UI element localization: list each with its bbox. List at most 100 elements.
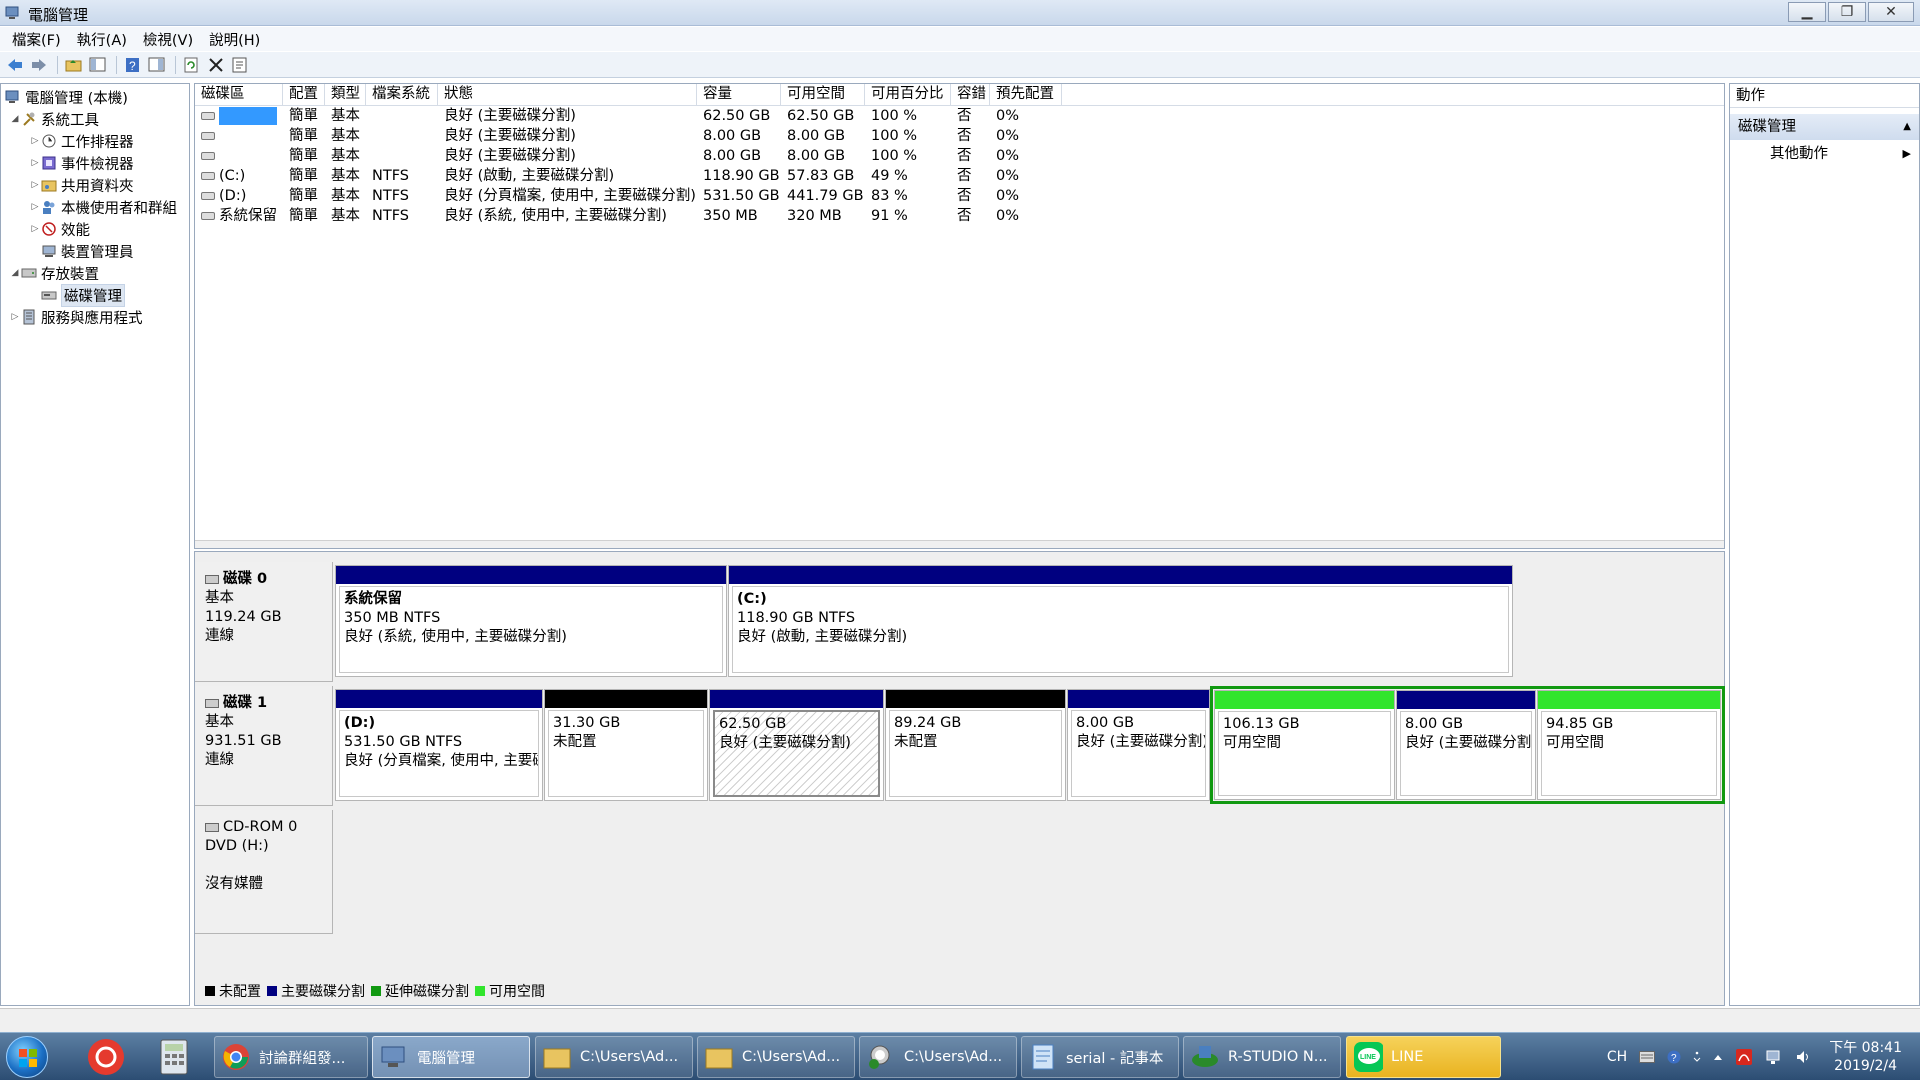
table-row[interactable]: 系統保留 簡單 基本 NTFS 良好 (系統, 使用中, 主要磁碟分割) 350…	[195, 206, 1724, 226]
expand-arrow-icon[interactable]: ▷	[29, 180, 41, 190]
show-hide-tree-icon[interactable]	[87, 54, 109, 76]
tree-item-task-scheduler[interactable]: ▷ 工作排程器	[1, 130, 189, 152]
more-actions-item[interactable]: 其他動作 ▶	[1730, 142, 1919, 166]
chrome-icon	[221, 1042, 251, 1072]
tree-item-local-users[interactable]: ▷ 本機使用者和群組	[1, 196, 189, 218]
up-folder-icon[interactable]	[63, 54, 85, 76]
help-tray-icon[interactable]: ?	[1667, 1050, 1681, 1064]
partition-free-space-2[interactable]: 94.85 GB 可用空間	[1537, 690, 1721, 800]
partition-c-drive[interactable]: (C:) 118.90 GB NTFS 良好 (啟動, 主要磁碟分割)	[728, 565, 1513, 677]
help-icon[interactable]: ?	[122, 54, 144, 76]
expand-arrow-icon[interactable]: ▷	[29, 224, 41, 234]
tree-item-computer-management[interactable]: 電腦管理 (本機)	[1, 86, 189, 108]
tree-item-event-viewer[interactable]: ▷ 事件檢視器	[1, 152, 189, 174]
folder-icon	[704, 1042, 734, 1072]
column-header-overhead[interactable]: 預先配置	[990, 84, 1062, 105]
forward-button[interactable]	[28, 54, 50, 76]
ime-options-icon[interactable]	[1693, 1050, 1701, 1064]
legend-swatch-free	[475, 986, 485, 996]
partition-8gb-primary-1[interactable]: 8.00 GB 良好 (主要磁碟分割)	[1067, 689, 1210, 801]
input-language[interactable]: CH	[1607, 1049, 1627, 1065]
network-icon[interactable]	[1765, 1049, 1783, 1065]
title-bar: 電腦管理 ▁ ❐ ✕	[0, 0, 1920, 26]
table-row[interactable]: (C:) 簡單 基本 NTFS 良好 (啟動, 主要磁碟分割) 118.90 G…	[195, 166, 1724, 186]
delete-icon[interactable]	[205, 54, 227, 76]
expand-arrow-icon[interactable]: ▷	[29, 202, 41, 212]
tree-item-shared-folders[interactable]: ▷ 共用資料夾	[1, 174, 189, 196]
table-row[interactable]: 簡單 基本 良好 (主要磁碟分割) 62.50 GB 62.50 GB 100 …	[195, 106, 1724, 126]
acrobat-tray-icon[interactable]	[1735, 1048, 1753, 1066]
keyboard-icon[interactable]	[1639, 1051, 1656, 1063]
taskbar-explorer-2[interactable]: C:\Users\Ad...	[697, 1036, 855, 1078]
taskbar-computer-management[interactable]: 電腦管理	[372, 1036, 530, 1078]
column-header-fault-tolerance[interactable]: 容錯	[951, 84, 990, 105]
calculator-icon[interactable]	[148, 1037, 200, 1077]
table-row[interactable]: 簡單 基本 良好 (主要磁碟分割) 8.00 GB 8.00 GB 100 % …	[195, 146, 1724, 166]
tree-item-disk-management[interactable]: 磁碟管理	[1, 283, 189, 307]
actions-header: 動作	[1730, 84, 1919, 108]
actions-section-disk-management[interactable]: 磁碟管理 ▲	[1730, 114, 1919, 140]
tree-item-performance[interactable]: ▷ 效能	[1, 218, 189, 240]
disk-1-label[interactable]: 磁碟 1 基本 931.51 GB 連線	[195, 686, 333, 806]
menu-action[interactable]: 執行(A)	[69, 29, 135, 50]
taskbar-r-studio[interactable]: R-STUDIO N...	[1183, 1036, 1341, 1078]
partition-free-space-1[interactable]: 106.13 GB 可用空間	[1214, 690, 1395, 800]
tree-item-system-tools[interactable]: ◢ 系統工具	[1, 108, 189, 130]
disk-management-icon	[41, 287, 57, 303]
pinned-app-red-icon[interactable]	[80, 1037, 132, 1077]
tree-item-storage[interactable]: ◢ 存放裝置	[1, 262, 189, 284]
column-header-free-space[interactable]: 可用空間	[781, 84, 865, 105]
svg-text:LINE: LINE	[1360, 1054, 1376, 1061]
taskbar-notepad[interactable]: serial - 記事本	[1021, 1036, 1179, 1078]
taskbar-chrome[interactable]: 討論群組發...	[214, 1036, 368, 1078]
partition-unallocated-1[interactable]: 31.30 GB 未配置	[544, 689, 708, 801]
column-header-filesystem[interactable]: 檔案系統	[366, 84, 438, 105]
show-action-pane-icon[interactable]	[146, 54, 168, 76]
partition-system-reserved[interactable]: 系統保留 350 MB NTFS 良好 (系統, 使用中, 主要磁碟分割)	[335, 565, 727, 677]
tree-item-device-manager[interactable]: 裝置管理員	[1, 240, 189, 262]
selected-volume-name[interactable]	[219, 107, 277, 125]
volume-icon[interactable]	[1795, 1049, 1813, 1065]
menu-help[interactable]: 說明(H)	[201, 29, 268, 50]
expand-arrow-icon[interactable]: ▷	[29, 158, 41, 168]
volume-icon	[201, 212, 215, 220]
column-header-percent-free[interactable]: 可用百分比	[865, 84, 951, 105]
close-button[interactable]: ✕	[1868, 2, 1914, 22]
properties-icon[interactable]	[229, 54, 251, 76]
taskbar: 討論群組發... 電腦管理 C:\Users\Ad... C:\Users\Ad…	[0, 1032, 1920, 1080]
taskbar-explorer-3[interactable]: C:\Users\Ad...	[859, 1036, 1017, 1078]
collapse-arrow-icon[interactable]: ◢	[9, 268, 21, 278]
taskbar-explorer-1[interactable]: C:\Users\Ad...	[535, 1036, 693, 1078]
minimize-button[interactable]: ▁	[1788, 2, 1826, 22]
table-row[interactable]: (D:) 簡單 基本 NTFS 良好 (分頁檔案, 使用中, 主要磁碟分割) 5…	[195, 186, 1724, 206]
partition-unallocated-2[interactable]: 89.24 GB 未配置	[885, 689, 1066, 801]
back-button[interactable]	[4, 54, 26, 76]
services-icon	[21, 309, 37, 325]
expand-arrow-icon[interactable]: ▷	[29, 136, 41, 146]
column-header-type[interactable]: 類型	[325, 84, 366, 105]
refresh-icon[interactable]	[181, 54, 203, 76]
column-header-status[interactable]: 狀態	[438, 84, 697, 105]
restore-button[interactable]: ❐	[1828, 2, 1866, 22]
taskbar-line[interactable]: LINE LINE	[1346, 1036, 1501, 1078]
column-header-capacity[interactable]: 容量	[697, 84, 781, 105]
tree-item-services[interactable]: ▷ 服務與應用程式	[1, 306, 189, 328]
partition-d-drive[interactable]: (D:) 531.50 GB NTFS 良好 (分頁檔案, 使用中, 主要磁碟分…	[335, 689, 543, 801]
cdrom-0-label[interactable]: CD-ROM 0 DVD (H:) 沒有媒體	[195, 810, 333, 934]
partition-62gb-primary[interactable]: 62.50 GB 良好 (主要磁碟分割)	[709, 689, 884, 801]
column-header-layout[interactable]: 配置	[283, 84, 325, 105]
show-hidden-icons-icon[interactable]	[1713, 1053, 1723, 1061]
table-row[interactable]: 簡單 基本 良好 (主要磁碟分割) 8.00 GB 8.00 GB 100 % …	[195, 126, 1724, 146]
system-tray: CH ? 下午 08:41 2019/2/4	[1601, 1033, 1920, 1080]
column-header-volume[interactable]: 磁碟區	[195, 84, 283, 105]
menu-file[interactable]: 檔案(F)	[4, 29, 69, 50]
partition-8gb-primary-2[interactable]: 8.00 GB 良好 (主要磁碟分割)	[1396, 690, 1536, 800]
collapse-caret-icon[interactable]: ▲	[1903, 114, 1911, 140]
expand-arrow-icon[interactable]: ▷	[9, 312, 21, 322]
disk-0-label[interactable]: 磁碟 0 基本 119.24 GB 連線	[195, 562, 333, 682]
collapse-arrow-icon[interactable]: ◢	[9, 114, 21, 124]
menu-view[interactable]: 檢視(V)	[135, 29, 201, 50]
start-button[interactable]	[6, 1036, 48, 1078]
clock[interactable]: 下午 08:41 2019/2/4	[1829, 1039, 1902, 1075]
horizontal-scrollbar[interactable]	[195, 540, 1724, 548]
